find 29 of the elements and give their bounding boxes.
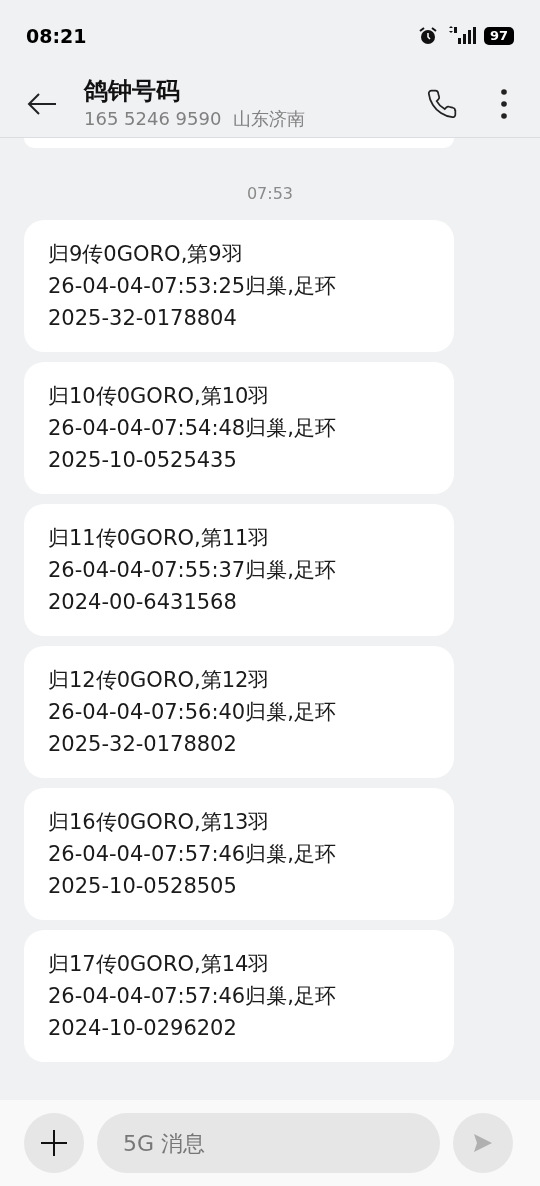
message-text: 2024-10-0296202 xyxy=(48,1015,238,1042)
message-text: 归10传0GORO,第10羽 xyxy=(48,383,271,410)
message-text: 26-04-04-07:57:46归巢,足环 xyxy=(48,983,337,1010)
phone-icon xyxy=(426,87,458,120)
message-timestamp: 07:53 xyxy=(246,183,294,205)
plus-icon xyxy=(40,1129,68,1157)
message-text: 26-04-04-07:57:46归巢,足环 xyxy=(48,841,337,868)
contact-number: 165 5246 9590 山东济南 xyxy=(84,106,306,131)
message-text: 2025-10-0525435 xyxy=(48,447,238,474)
message-text: 26-04-04-07:54:48归巢,足环 xyxy=(48,415,337,442)
contact-name: 鸽钟号码 xyxy=(84,75,181,106)
message-text: 归11传0GORO,第11羽 xyxy=(48,525,271,552)
status-time: 08:21 xyxy=(26,23,87,49)
message-text: 2025-10-0528505 xyxy=(48,873,238,900)
alarm-icon xyxy=(417,26,438,46)
message-input[interactable]: 5G 消息 xyxy=(97,1113,440,1173)
more-icon xyxy=(501,88,507,119)
message-text: 2025-32-0178804 xyxy=(48,305,238,332)
message-text: 2024-00-6431568 xyxy=(48,589,238,616)
battery-indicator: 97 xyxy=(483,27,514,45)
message-text: 26-04-04-07:56:40归巢,足环 xyxy=(48,699,337,726)
message-text: 归9传0GORO,第9羽 xyxy=(48,241,244,268)
back-arrow-icon xyxy=(26,91,58,116)
message-text: 归16传0GORO,第13羽 xyxy=(48,809,271,836)
message-text: 归12传0GORO,第12羽 xyxy=(48,667,271,694)
message-text: 26-04-04-07:53:25归巢,足环 xyxy=(48,273,337,300)
message-text: 2025-32-0178802 xyxy=(48,731,238,758)
message-text: 归17传0GORO,第14羽 xyxy=(48,951,271,978)
message-text: 26-04-04-07:55:37归巢,足环 xyxy=(48,557,337,584)
